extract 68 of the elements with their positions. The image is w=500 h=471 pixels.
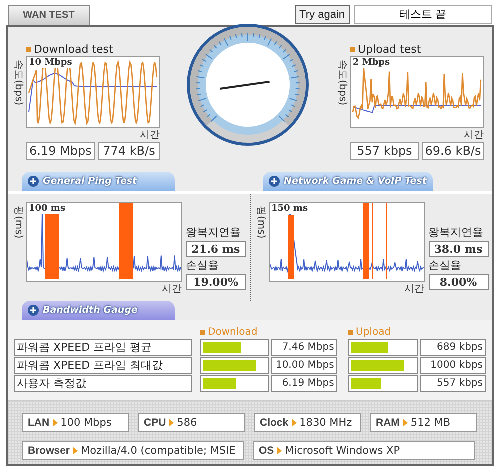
column-header: Upload bbox=[356, 326, 392, 338]
section-tab[interactable]: General Ping Test bbox=[22, 172, 175, 191]
axis-label: 시간 bbox=[140, 129, 160, 142]
plus-icon bbox=[269, 176, 280, 187]
latency-field: 21.6 ms bbox=[186, 241, 246, 257]
value-cell: 557 kbps bbox=[420, 375, 486, 392]
row-label: 파워콤 XPEED 프라임 최대값 bbox=[14, 357, 192, 374]
scale-label: 150 ms bbox=[272, 204, 310, 214]
info-label: CPU bbox=[144, 416, 166, 428]
info-label: Clock bbox=[260, 416, 289, 428]
value-cell: 7.46 Mbps bbox=[271, 339, 338, 356]
info-value: 512 MB bbox=[410, 416, 451, 428]
arrow-icon bbox=[402, 418, 408, 426]
legend-label: Upload test bbox=[358, 43, 422, 56]
row-label: 사용자 측정값 bbox=[14, 375, 192, 392]
arrow-icon bbox=[277, 446, 282, 454]
info-label: RAM bbox=[376, 416, 400, 428]
info-label: LAN bbox=[28, 416, 50, 428]
value-cell: 689 kbps bbox=[420, 339, 486, 356]
axis-label: 속도(bps) bbox=[12, 60, 25, 106]
axis-label: 핑(ms) bbox=[12, 206, 25, 241]
column-header: Download bbox=[208, 326, 258, 338]
axis-label: 시간 bbox=[162, 283, 182, 296]
arrow-icon bbox=[73, 446, 78, 454]
section-tab[interactable]: Network Game & VoIP Test bbox=[263, 172, 433, 191]
try-again-button[interactable]: Try again bbox=[294, 5, 350, 24]
axis-label: 시간 bbox=[404, 283, 424, 296]
latency-label: 왕복지연율 bbox=[186, 225, 242, 240]
value-cell: 10.00 Mbps bbox=[271, 357, 338, 374]
loss-label: 손실율 bbox=[428, 258, 462, 273]
row-label: 파워콤 XPEED 프라임 평균 bbox=[14, 339, 192, 356]
axis-label: 시간 bbox=[464, 129, 484, 142]
info-label: OS bbox=[259, 444, 274, 456]
reading-field: 6.19 Mbps bbox=[26, 142, 96, 160]
arrow-icon bbox=[52, 418, 58, 426]
plus-icon bbox=[28, 176, 39, 187]
legend-icon bbox=[200, 330, 205, 334]
legend-label: Download test bbox=[34, 43, 114, 56]
scale-label: 2 Mbps bbox=[353, 58, 392, 68]
info-value: 1830 MHz bbox=[300, 416, 352, 428]
latency-field: 38.0 ms bbox=[428, 241, 488, 257]
info-value: 100 Mbps bbox=[60, 416, 112, 428]
value-cell: 6.19 Mbps bbox=[271, 375, 338, 392]
info-value: Microsoft Windows XP bbox=[285, 444, 400, 456]
legend-icon bbox=[348, 330, 353, 334]
plus-icon bbox=[28, 305, 39, 316]
reading-field: 774 kB/s bbox=[98, 142, 160, 160]
reading-field: 557 kbps bbox=[350, 142, 420, 160]
section-tab[interactable]: Bandwidth Gauge bbox=[22, 301, 175, 320]
tab[interactable]: WAN TEST bbox=[8, 5, 90, 25]
value-cell: 1000 kbps bbox=[420, 357, 486, 374]
loss-field: 19.00% bbox=[186, 274, 246, 290]
axis-label: 핑(ms) bbox=[254, 206, 268, 241]
arrow-icon bbox=[169, 418, 174, 426]
reading-field: 69.6 kB/s bbox=[422, 142, 484, 160]
info-value: Mozilla/4.0 (compatible; MSIE bbox=[81, 444, 236, 456]
latency-label: 왕복지연율 bbox=[428, 225, 484, 240]
info-value: 586 bbox=[177, 416, 198, 428]
legend-icon bbox=[26, 47, 31, 52]
status-field: 테스트 끝 bbox=[354, 5, 492, 24]
legend-icon bbox=[350, 47, 355, 52]
arrow-icon bbox=[292, 418, 297, 426]
loss-label: 손실율 bbox=[186, 258, 220, 273]
info-label: Browser bbox=[28, 444, 70, 456]
scale-label: 100 ms bbox=[29, 204, 67, 214]
loss-field: 8.00% bbox=[428, 274, 488, 290]
scale-label: 10 Mbps bbox=[29, 58, 74, 68]
axis-label: 속도(bps) bbox=[336, 60, 349, 106]
